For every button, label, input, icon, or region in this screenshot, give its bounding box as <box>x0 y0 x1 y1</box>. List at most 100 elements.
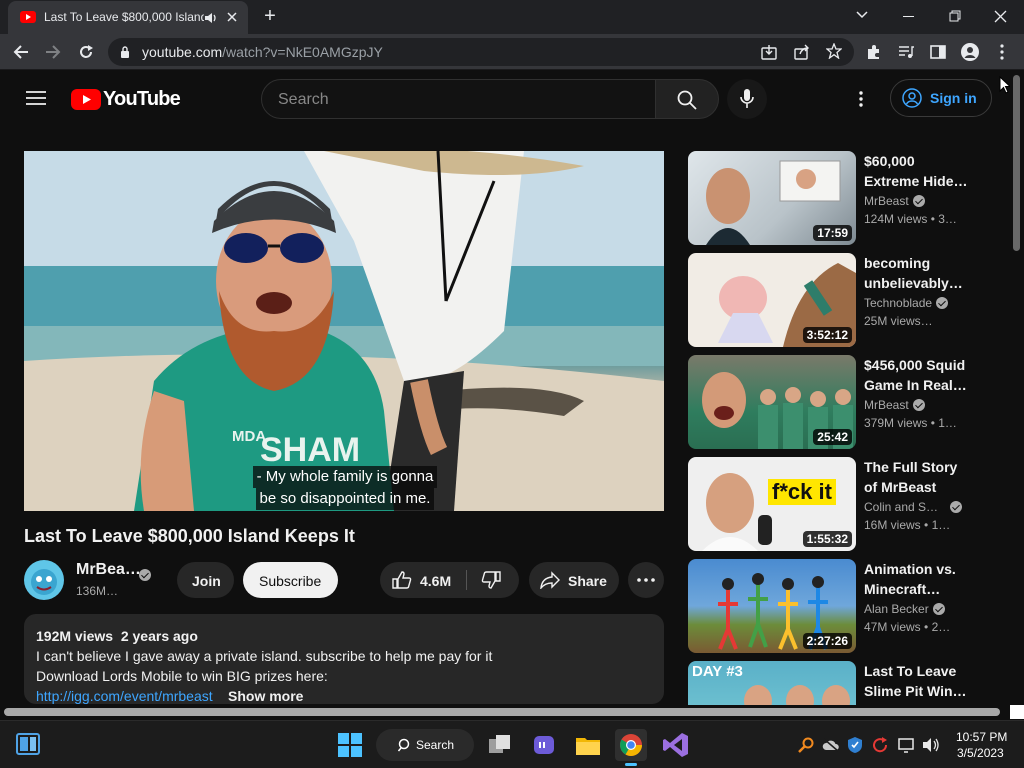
recommendation-title[interactable]: $60,000 Extreme Hide… <box>864 151 968 191</box>
tab-close-icon[interactable] <box>226 11 238 23</box>
browser-tab-strip: Last To Leave $800,000 Island Keeps It + <box>0 0 1024 34</box>
browser-tab[interactable]: Last To Leave $800,000 Island Keeps It <box>8 1 248 34</box>
settings-more-icon[interactable] <box>859 91 863 107</box>
recommendation-channel[interactable]: Alan Becker <box>864 602 945 616</box>
onedrive-icon[interactable] <box>822 738 840 752</box>
visual-studio-icon[interactable] <box>660 729 692 761</box>
caption-line-1: - My whole family is gonna <box>252 466 438 488</box>
recommendation-thumbnail[interactable]: 25:42 <box>688 355 856 449</box>
thumbnail-overlay-text: f*ck it <box>768 479 836 505</box>
extensions-puzzle-icon[interactable] <box>866 44 882 60</box>
video-player[interactable]: MDA SHAM - My whole family is gonna be s… <box>24 151 664 511</box>
upload-age: 2 years ago <box>120 628 198 644</box>
video-captions: - My whole family is gonna be so disappo… <box>245 466 445 510</box>
join-button[interactable]: Join <box>177 562 234 598</box>
recommendation-thumbnail[interactable]: f*ck it 1:55:32 <box>688 457 856 551</box>
horizontal-scrollbar[interactable] <box>0 705 1010 719</box>
media-control-icon[interactable] <box>898 45 914 59</box>
horizontal-scrollbar-thumb[interactable] <box>4 708 1000 716</box>
recommendation-thumbnail[interactable]: 17:59 <box>688 151 856 245</box>
update-sync-icon[interactable] <box>871 736 889 754</box>
clock-time[interactable]: 10:57 PM <box>956 730 1007 744</box>
tab-search-chevron-icon[interactable] <box>856 11 868 19</box>
recommendation-title[interactable]: Animation vs. Minecraft… <box>864 559 968 599</box>
dislike-button[interactable] <box>467 562 519 598</box>
network-icon[interactable] <box>898 737 916 753</box>
recommendation-channel[interactable]: MrBeast <box>864 194 925 208</box>
file-explorer-icon[interactable] <box>572 729 604 761</box>
recommendation-title[interactable]: becoming unbelievably… <box>864 253 968 293</box>
recommendation-thumbnail[interactable]: 3:52:12 <box>688 253 856 347</box>
recommendation-item[interactable]: DAY #3 Last To Leave Slime Pit Win… <box>688 661 998 705</box>
subscribe-button[interactable]: Subscribe <box>243 562 338 598</box>
guide-menu-icon[interactable] <box>26 90 46 106</box>
verified-badge-icon <box>912 399 925 411</box>
recommendation-meta: 16M views • 1… <box>864 518 951 532</box>
recommendation-meta: 47M views • 2… <box>864 620 951 634</box>
search-tray-icon[interactable] <box>798 737 814 753</box>
reload-icon[interactable] <box>78 44 94 60</box>
windows-start-icon[interactable] <box>338 733 362 757</box>
thumbnail-overlay-text: DAY #3 <box>692 663 743 680</box>
taskbar-search-box[interactable]: Search <box>376 729 474 761</box>
youtube-logo-icon <box>71 89 101 110</box>
recommendation-title[interactable]: $456,000 Squid Game In Real… <box>864 355 968 395</box>
lock-icon[interactable] <box>120 46 130 58</box>
share-button[interactable]: Share <box>529 562 619 598</box>
recommendation-channel[interactable]: MrBeast <box>864 398 925 412</box>
channel-avatar[interactable] <box>24 560 64 600</box>
channel-name[interactable]: MrBea… <box>76 561 141 579</box>
description-link[interactable]: http://igg.com/event/mrbeast <box>36 688 222 704</box>
clock-date[interactable]: 3/5/2023 <box>957 746 1004 760</box>
widgets-icon[interactable] <box>16 733 40 755</box>
volume-icon[interactable] <box>922 737 940 753</box>
recommendation-thumbnail[interactable]: DAY #3 <box>688 661 856 705</box>
sign-in-button[interactable]: Sign in <box>890 79 992 117</box>
verified-badge-icon <box>932 603 945 615</box>
recommendation-title[interactable]: The Full Story of MrBeast <box>864 457 968 497</box>
back-arrow-icon[interactable] <box>13 44 29 60</box>
page-scrollbar-thumb[interactable] <box>1013 75 1020 251</box>
more-actions-button[interactable] <box>628 562 664 598</box>
recommendation-thumbnail[interactable]: 2:27:26 <box>688 559 856 653</box>
search-button[interactable] <box>655 79 719 119</box>
forward-arrow-icon[interactable] <box>45 44 61 60</box>
profile-avatar-icon[interactable] <box>961 43 979 61</box>
share-page-icon[interactable] <box>794 44 810 60</box>
account-circle-icon <box>902 88 922 108</box>
voice-search-button[interactable] <box>727 79 767 119</box>
page-scrollbar[interactable] <box>1010 71 1024 711</box>
install-app-icon[interactable] <box>761 44 777 60</box>
recommendation-item[interactable]: 3:52:12 becoming unbelievably… Technobla… <box>688 253 998 347</box>
show-more-button[interactable]: Show more <box>228 688 303 704</box>
new-tab-button[interactable]: + <box>258 5 282 29</box>
share-arrow-icon <box>540 571 560 589</box>
bookmark-star-icon[interactable] <box>826 43 842 59</box>
recommendation-meta: 25M views… <box>864 314 933 328</box>
browser-toolbar: youtube.com/watch?v=NkE0AMGzpJY <box>0 34 1024 70</box>
thumbs-up-icon <box>392 571 412 589</box>
more-horizontal-icon <box>637 578 655 582</box>
recommendation-channel[interactable]: Colin and S… <box>864 500 963 514</box>
window-minimize-button[interactable] <box>903 16 914 17</box>
browser-menu-icon[interactable] <box>1000 44 1004 60</box>
recommendation-item[interactable]: 2:27:26 Animation vs. Minecraft… Alan Be… <box>688 559 998 653</box>
teams-chat-icon[interactable] <box>528 729 560 761</box>
description-box[interactable]: 192M views 2 years ago I can't believe I… <box>24 614 664 704</box>
security-shield-icon[interactable] <box>847 736 863 754</box>
recommendation-item[interactable]: 25:42 $456,000 Squid Game In Real… MrBea… <box>688 355 998 449</box>
recommendation-item[interactable]: f*ck it 1:55:32 The Full Story of MrBeas… <box>688 457 998 551</box>
window-close-button[interactable] <box>994 10 1007 23</box>
task-view-icon[interactable] <box>484 729 516 761</box>
address-bar[interactable]: youtube.com/watch?v=NkE0AMGzpJY <box>108 38 854 66</box>
video-duration: 2:27:26 <box>802 633 852 649</box>
like-button[interactable]: 4.6M <box>380 562 466 598</box>
side-panel-icon[interactable] <box>930 44 946 60</box>
tab-audio-icon[interactable] <box>204 11 218 25</box>
recommendation-channel[interactable]: Technoblade <box>864 296 949 310</box>
chrome-icon[interactable] <box>615 729 647 766</box>
recommendation-item[interactable]: 17:59 $60,000 Extreme Hide… MrBeast 124M… <box>688 151 998 245</box>
search-input[interactable]: Search <box>261 79 656 119</box>
recommendation-title[interactable]: Last To Leave Slime Pit Win… <box>864 661 968 701</box>
window-restore-button[interactable] <box>949 10 961 22</box>
